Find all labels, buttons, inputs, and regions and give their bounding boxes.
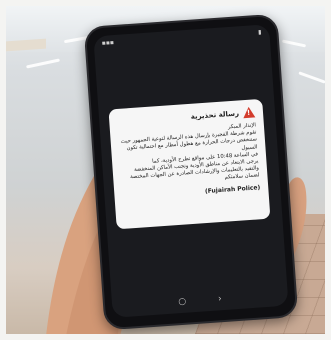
smartphone: ▪▪▪ ▮ رسالة تحذيرية الإنذار المبكر تقوم … — [83, 13, 299, 331]
back-button[interactable]: › — [218, 294, 222, 304]
battery-icon: ▮ — [257, 28, 262, 36]
emergency-alert-dialog[interactable]: رسالة تحذيرية الإنذار المبكر تقوم شرطة ا… — [108, 98, 271, 230]
photo-frame: ▪▪▪ ▮ رسالة تحذيرية الإنذار المبكر تقوم … — [0, 0, 331, 340]
alert-title: رسالة تحذيرية — [190, 109, 240, 121]
status-bar: ▪▪▪ ▮ — [102, 29, 262, 50]
alert-body: الإنذار المبكر تقوم شرطة الفجيرة بإرسال … — [118, 122, 260, 189]
warning-triangle-icon — [242, 106, 256, 119]
home-button[interactable]: ○ — [178, 297, 187, 308]
android-nav-bar: ○ › — [112, 290, 288, 312]
phone-screen: ▪▪▪ ▮ رسالة تحذيرية الإنذار المبكر تقوم … — [93, 24, 289, 318]
signal-icon: ▪▪▪ — [101, 39, 115, 47]
